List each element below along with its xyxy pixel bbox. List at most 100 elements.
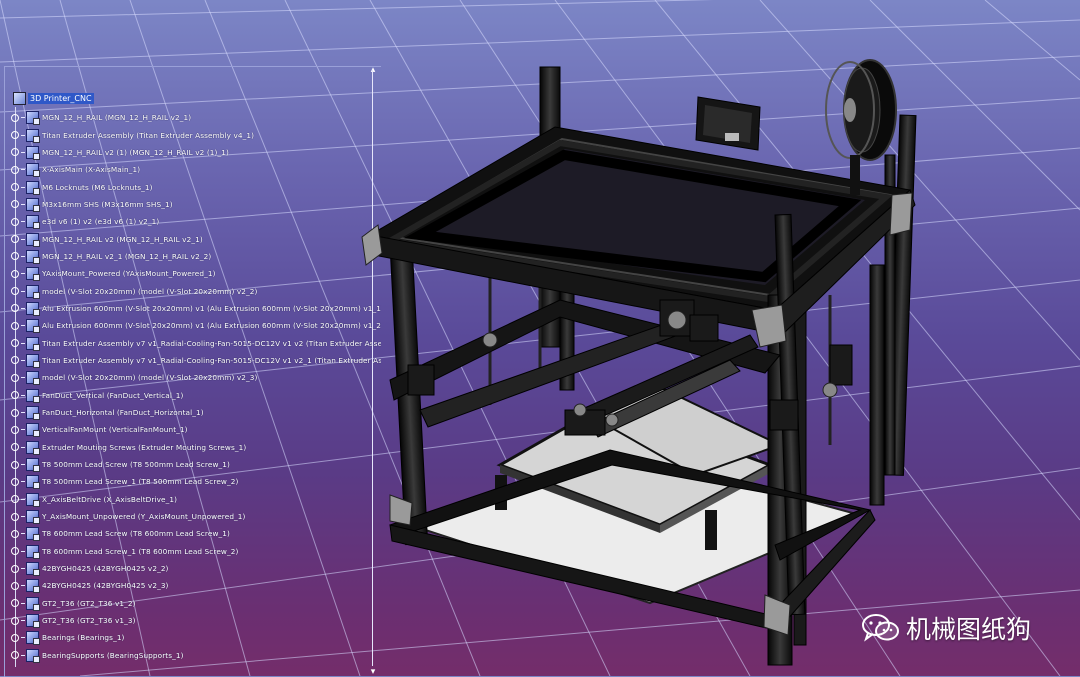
expand-node-icon[interactable] bbox=[11, 183, 19, 192]
expand-node-icon[interactable] bbox=[11, 321, 19, 330]
tree-item[interactable]: X-AxisMain (X-AxisMain_1) bbox=[5, 161, 381, 178]
tree-item[interactable]: T8 500mm Lead Screw_1 (T8 500mm Lead Scr… bbox=[5, 473, 381, 490]
part-icon bbox=[26, 510, 40, 525]
tree-item[interactable]: Alu Extrusion 600mm (V-Slot 20x20mm) v1 … bbox=[5, 300, 381, 317]
tree-item[interactable]: model (V-Slot 20x20mm) (model (V-Slot 20… bbox=[5, 369, 381, 386]
3d-viewport[interactable]: 3D Printer_CNC MGN_12_H_RAIL (MGN_12_H_R… bbox=[0, 0, 1080, 677]
expand-node-icon[interactable] bbox=[11, 460, 19, 469]
tree-item-label: FanDuct_Vertical (FanDuct_Vertical_1) bbox=[42, 390, 184, 400]
expand-node-icon[interactable] bbox=[11, 616, 19, 625]
expand-node-icon[interactable] bbox=[11, 581, 19, 590]
tree-connector bbox=[21, 151, 25, 153]
tree-item-label: YAxisMount_Powered (YAxisMount_Powered_1… bbox=[42, 269, 216, 279]
tree-connector bbox=[21, 134, 25, 136]
tree-item[interactable]: T8 600mm Lead Screw_1 (T8 600mm Lead Scr… bbox=[5, 543, 381, 560]
tree-item[interactable]: GT2_T36 (GT2_T36 v1_3) bbox=[5, 612, 381, 629]
tree-item[interactable]: 42BYGH0425 (42BYGH0425 v2_2) bbox=[5, 560, 381, 577]
expand-node-icon[interactable] bbox=[11, 512, 19, 521]
printer-3d-model[interactable] bbox=[350, 55, 930, 675]
expand-node-icon[interactable] bbox=[11, 217, 19, 226]
tree-connector bbox=[21, 117, 25, 119]
part-icon bbox=[26, 163, 40, 178]
part-icon bbox=[26, 249, 40, 264]
part-icon bbox=[26, 128, 40, 143]
expand-node-icon[interactable] bbox=[11, 443, 19, 452]
tree-item[interactable]: FanDuct_Vertical (FanDuct_Vertical_1) bbox=[5, 387, 381, 404]
tree-item[interactable]: M3x16mm SHS (M3x16mm SHS_1) bbox=[5, 196, 381, 213]
expand-node-icon[interactable] bbox=[11, 529, 19, 538]
tree-connector bbox=[21, 620, 25, 622]
part-icon bbox=[26, 614, 40, 629]
expand-node-icon[interactable] bbox=[11, 148, 19, 157]
tree-item[interactable]: X_AxisBeltDrive (X_AxisBeltDrive_1) bbox=[5, 491, 381, 508]
tree-root[interactable]: 3D Printer_CNC bbox=[13, 91, 94, 105]
tree-item[interactable]: FanDuct_Horizontal (FanDuct_Horizontal_1… bbox=[5, 404, 381, 421]
tree-connector bbox=[21, 290, 25, 292]
part-icon bbox=[26, 440, 40, 455]
tree-item[interactable]: Titan Extruder Assembly v7 v1_Radial-Coo… bbox=[5, 334, 381, 351]
tree-item[interactable]: YAxisMount_Powered (YAxisMount_Powered_1… bbox=[5, 265, 381, 282]
expand-node-icon[interactable] bbox=[11, 131, 19, 140]
expand-node-icon[interactable] bbox=[11, 113, 19, 122]
tree-item[interactable]: Titan Extruder Assembly v7 v1_Radial-Coo… bbox=[5, 352, 381, 369]
expand-node-icon[interactable] bbox=[11, 477, 19, 486]
tree-item[interactable]: GT2_T36 (GT2_T36 v1_2) bbox=[5, 595, 381, 612]
tree-connector bbox=[21, 342, 25, 344]
tree-item-label: M6 Locknuts (M6 Locknuts_1) bbox=[42, 182, 153, 192]
tree-item[interactable]: e3d v6 (1) v2 (e3d v6 (1) v2_1) bbox=[5, 213, 381, 230]
tree-item-label: Extruder Mouting Screws (Extruder Moutin… bbox=[42, 442, 247, 452]
tree-item[interactable]: BearingSupports (BearingSupports_1) bbox=[5, 647, 381, 664]
part-icon bbox=[26, 267, 40, 282]
tree-item[interactable]: M6 Locknuts (M6 Locknuts_1) bbox=[5, 178, 381, 195]
expand-node-icon[interactable] bbox=[11, 235, 19, 244]
expand-node-icon[interactable] bbox=[11, 356, 19, 365]
part-icon bbox=[26, 232, 40, 247]
tree-item[interactable]: Titan Extruder Assembly (Titan Extruder … bbox=[5, 126, 381, 143]
tree-root-label[interactable]: 3D Printer_CNC bbox=[28, 92, 94, 104]
tree-item[interactable]: Extruder Mouting Screws (Extruder Moutin… bbox=[5, 439, 381, 456]
tree-item[interactable]: Y_AxisMount_Unpowered (Y_AxisMount_Unpow… bbox=[5, 508, 381, 525]
part-icon bbox=[26, 492, 40, 507]
tree-item[interactable]: MGN_12_H_RAIL v2 (MGN_12_H_RAIL v2_1) bbox=[5, 230, 381, 247]
expand-node-icon[interactable] bbox=[11, 339, 19, 348]
tree-item[interactable]: model (V-Slot 20x20mm) (model (V-Slot 20… bbox=[5, 282, 381, 299]
tree-item[interactable]: 42BYGH0425 (42BYGH0425 v2_3) bbox=[5, 577, 381, 594]
tree-item[interactable]: T8 500mm Lead Screw (T8 500mm Lead Screw… bbox=[5, 456, 381, 473]
tree-item[interactable]: MGN_12_H_RAIL v2 (1) (MGN_12_H_RAIL v2 (… bbox=[5, 144, 381, 161]
tree-item[interactable]: Alu Extrusion 600mm (V-Slot 20x20mm) v1 … bbox=[5, 317, 381, 334]
tree-item-label: GT2_T36 (GT2_T36 v1_2) bbox=[42, 598, 136, 608]
tree-connector bbox=[21, 186, 25, 188]
tree-item[interactable]: MGN_12_H_RAIL v2_1 (MGN_12_H_RAIL v2_2) bbox=[5, 248, 381, 265]
expand-node-icon[interactable] bbox=[11, 269, 19, 278]
expand-node-icon[interactable] bbox=[11, 165, 19, 174]
part-icon bbox=[26, 388, 40, 403]
tree-item[interactable]: T8 600mm Lead Screw (T8 600mm Lead Screw… bbox=[5, 525, 381, 542]
expand-node-icon[interactable] bbox=[11, 651, 19, 660]
tree-item[interactable]: Bearings (Bearings_1) bbox=[5, 629, 381, 646]
watermark-text: 机械图纸狗 bbox=[906, 615, 1032, 644]
expand-node-icon[interactable] bbox=[11, 200, 19, 209]
tree-item-label: FanDuct_Horizontal (FanDuct_Horizontal_1… bbox=[42, 408, 204, 418]
specification-tree[interactable]: 3D Printer_CNC MGN_12_H_RAIL (MGN_12_H_R… bbox=[4, 66, 381, 677]
expand-node-icon[interactable] bbox=[11, 304, 19, 313]
expand-node-icon[interactable] bbox=[11, 547, 19, 556]
tree-connector bbox=[21, 169, 25, 171]
tree-connector bbox=[21, 602, 25, 604]
expand-node-icon[interactable] bbox=[11, 425, 19, 434]
expand-node-icon[interactable] bbox=[11, 495, 19, 504]
tree-item-label: Y_AxisMount_Unpowered (Y_AxisMount_Unpow… bbox=[42, 512, 246, 522]
tree-item-label: M3x16mm SHS (M3x16mm SHS_1) bbox=[42, 199, 173, 209]
expand-node-icon[interactable] bbox=[11, 252, 19, 261]
expand-node-icon[interactable] bbox=[11, 564, 19, 573]
expand-node-icon[interactable] bbox=[11, 408, 19, 417]
expand-node-icon[interactable] bbox=[11, 599, 19, 608]
expand-node-icon[interactable] bbox=[11, 287, 19, 296]
tree-item[interactable]: MGN_12_H_RAIL (MGN_12_H_RAIL v2_1) bbox=[5, 109, 381, 126]
expand-node-icon[interactable] bbox=[11, 391, 19, 400]
expand-node-icon[interactable] bbox=[11, 633, 19, 642]
tree-item-label: model (V-Slot 20x20mm) (model (V-Slot 20… bbox=[42, 286, 258, 296]
tree-connector bbox=[21, 273, 25, 275]
tree-connector bbox=[21, 359, 25, 361]
tree-item[interactable]: VerticalFanMount (VerticalFanMount_1) bbox=[5, 421, 381, 438]
expand-node-icon[interactable] bbox=[11, 373, 19, 382]
